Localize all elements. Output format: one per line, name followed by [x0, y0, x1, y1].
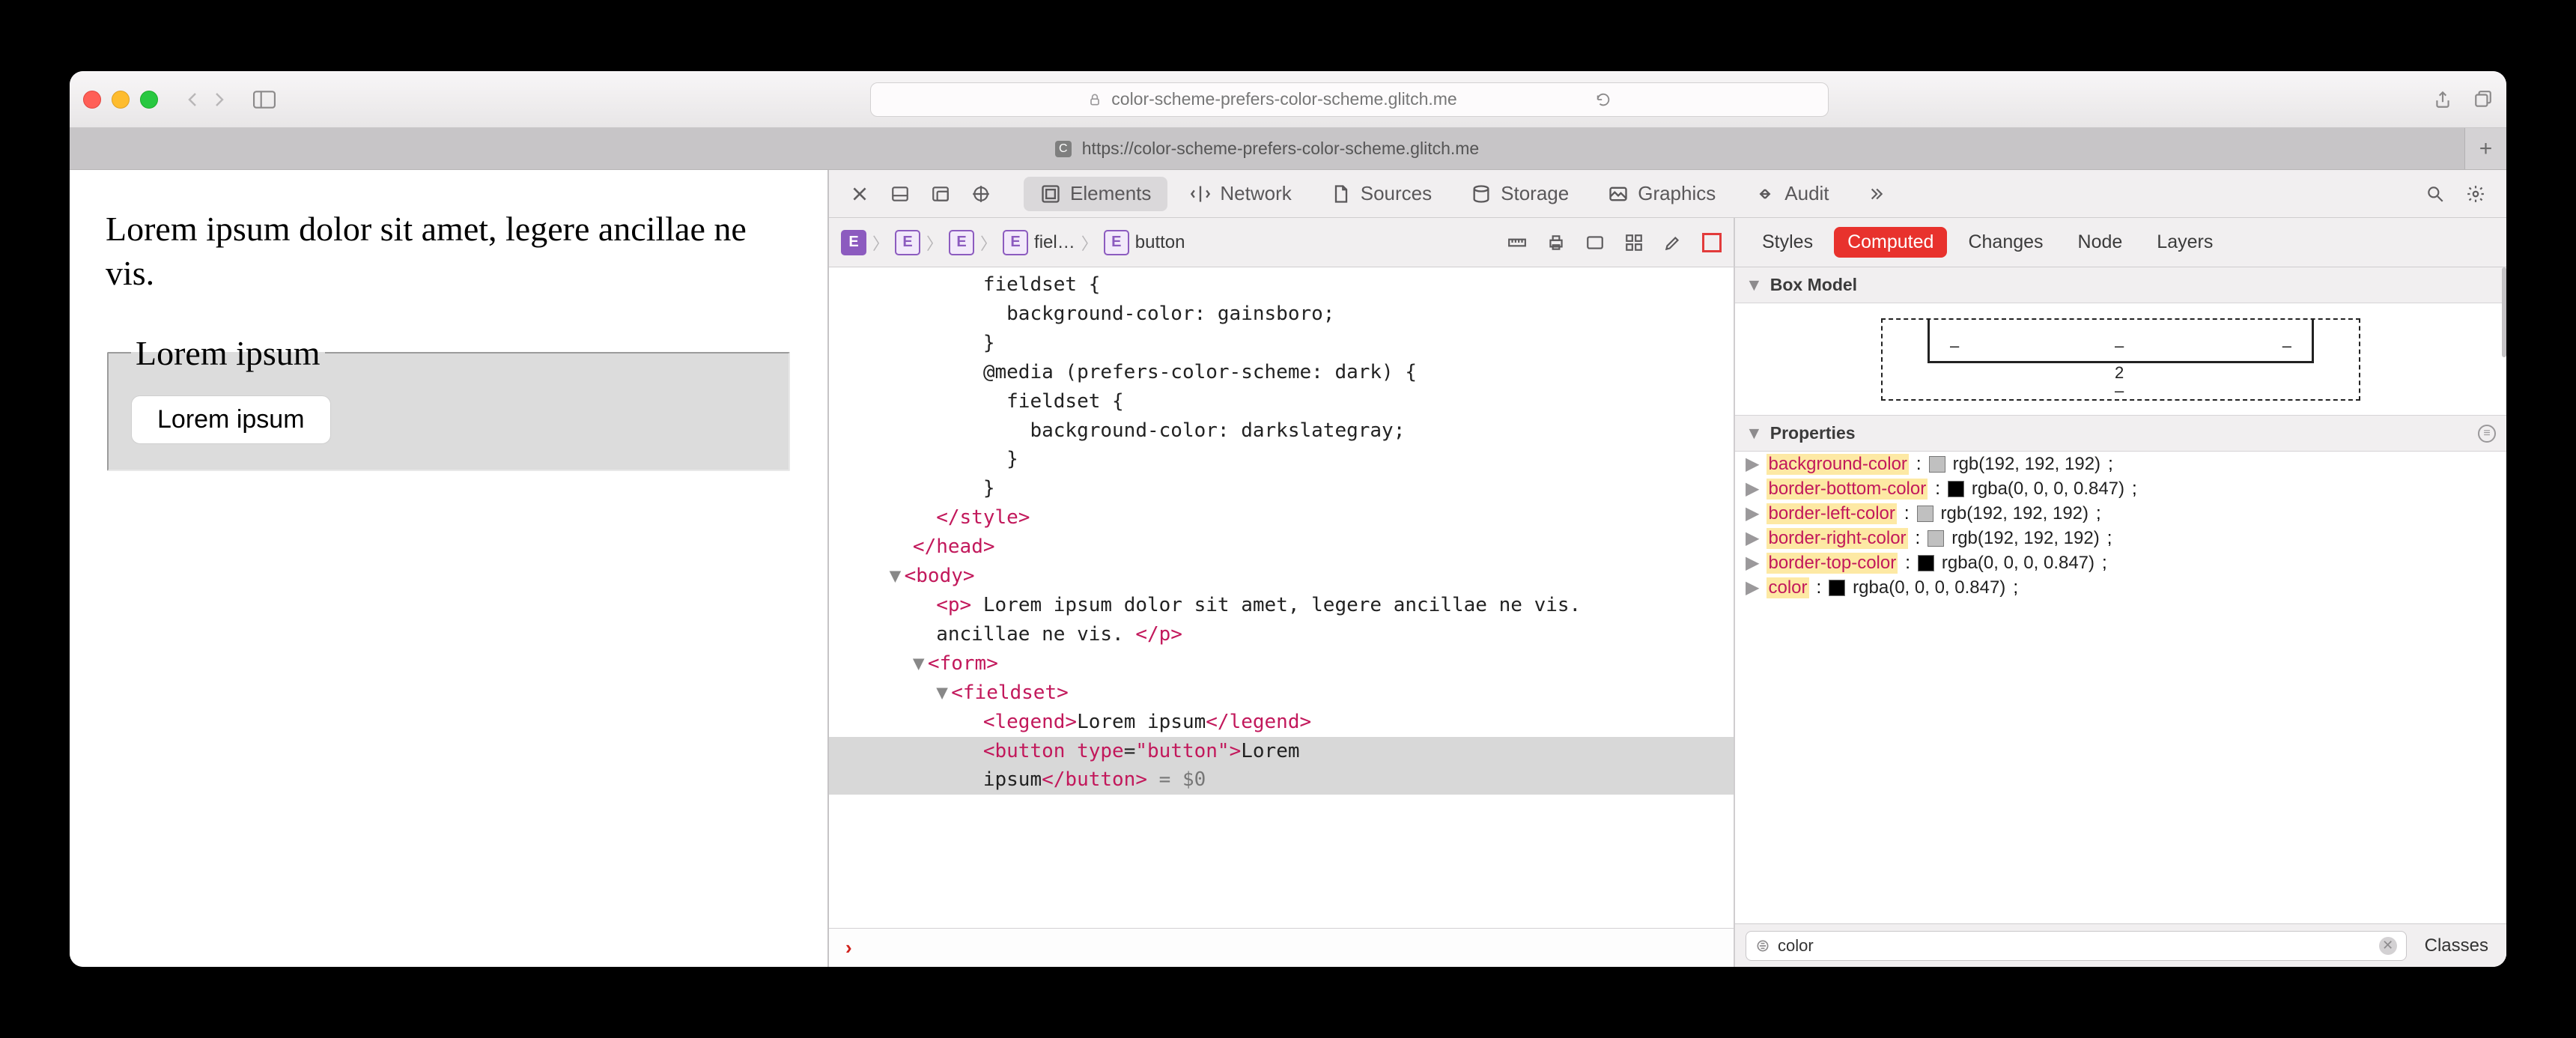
forward-button[interactable] [206, 84, 231, 115]
styles-sidebar-tabs: Styles Computed Changes Node Layers [1735, 218, 2506, 267]
ruler-icon[interactable] [1507, 233, 1527, 252]
styles-tab-layers[interactable]: Layers [2143, 227, 2226, 258]
section-properties[interactable]: ▼Properties ≡ [1735, 416, 2506, 452]
reload-icon[interactable] [1595, 91, 1611, 108]
dom-tree[interactable]: fieldset { background-color: gainsboro; … [829, 267, 1734, 928]
dock-side-icon[interactable] [923, 177, 958, 211]
content-area: Lorem ipsum dolor sit amet, legere ancil… [70, 170, 2506, 967]
styles-tab-node[interactable]: Node [2065, 227, 2136, 258]
grid-icon[interactable] [1624, 233, 1644, 252]
page-button[interactable]: Lorem ipsum [131, 395, 331, 444]
tab-sources[interactable]: Sources [1314, 177, 1448, 211]
tabs-overview-icon[interactable] [2473, 90, 2493, 109]
sidebar-toggle-button[interactable] [248, 85, 281, 114]
device-icon[interactable] [1585, 233, 1605, 252]
filter-icon [1755, 938, 1770, 953]
styles-tab-changes[interactable]: Changes [1954, 227, 2056, 258]
prop-row[interactable]: ▶color: rgba(0, 0, 0, 0.847); [1735, 575, 2506, 600]
tab-label: https://color-scheme-prefers-color-schem… [1082, 139, 1479, 159]
window-controls [83, 91, 158, 109]
styles-tab-styles[interactable]: Styles [1749, 227, 1826, 258]
settings-gear-icon[interactable] [2458, 177, 2493, 211]
crumb-form[interactable]: E [949, 230, 974, 255]
page-form: Lorem ipsum Lorem ipsum [106, 333, 792, 471]
minimize-window-button[interactable] [112, 91, 130, 109]
prop-row[interactable]: ▶border-right-color: rgb(192, 192, 192); [1735, 526, 2506, 550]
prop-row[interactable]: ▶border-top-color: rgba(0, 0, 0, 0.847); [1735, 550, 2506, 575]
page-paragraph: Lorem ipsum dolor sit amet, legere ancil… [106, 207, 792, 296]
breadcrumb-row: E 〉 E 〉 E 〉 Efiel… 〉 Ebutton [829, 218, 1734, 267]
tab-storage[interactable]: Storage [1454, 177, 1585, 211]
overflow-tabs-icon[interactable] [1858, 177, 1892, 211]
crumb-body[interactable]: E [895, 230, 920, 255]
dock-bottom-icon[interactable] [883, 177, 917, 211]
url-host: color-scheme-prefers-color-scheme.glitch… [1111, 89, 1456, 109]
tab-graphics[interactable]: Graphics [1591, 177, 1732, 211]
page-fieldset: Lorem ipsum Lorem ipsum [107, 333, 790, 471]
tab-strip: C https://color-scheme-prefers-color-sch… [70, 128, 2506, 170]
prop-row[interactable]: ▶border-bottom-color: rgba(0, 0, 0, 0.84… [1735, 476, 2506, 501]
titlebar: color-scheme-prefers-color-scheme.glitch… [70, 71, 2506, 128]
console-prompt-icon: › [845, 936, 852, 959]
filter-row: color ✕ Classes [1735, 923, 2506, 967]
devtools: Elements Network Sources Storage Graphic… [827, 170, 2506, 967]
scrollbar[interactable] [2502, 267, 2506, 357]
address-bar[interactable]: color-scheme-prefers-color-scheme.glitch… [870, 82, 1829, 117]
compositing-borders-icon[interactable] [1702, 233, 1722, 252]
close-devtools-button[interactable] [842, 177, 877, 211]
box-model-diagram: – – – 2 – [1735, 303, 2506, 416]
filter-value: color [1778, 936, 1814, 956]
tab-audit[interactable]: Audit [1738, 177, 1845, 211]
tab-network[interactable]: Network [1173, 177, 1307, 211]
devtools-toolbar: Elements Network Sources Storage Graphic… [829, 170, 2506, 218]
crumb-fieldset[interactable]: Efiel… [1003, 230, 1075, 255]
classes-button[interactable]: Classes [2417, 932, 2496, 959]
elements-pane: E 〉 E 〉 E 〉 Efiel… 〉 Ebutton [829, 218, 1735, 967]
safari-window: color-scheme-prefers-color-scheme.glitch… [70, 71, 2506, 967]
inspect-element-icon[interactable] [964, 177, 998, 211]
rendered-page: Lorem ipsum dolor sit amet, legere ancil… [70, 170, 827, 967]
paint-icon[interactable] [1663, 233, 1683, 252]
properties-options-icon[interactable]: ≡ [2478, 425, 2496, 443]
clear-filter-button[interactable]: ✕ [2379, 937, 2397, 955]
page-legend: Lorem ipsum [131, 333, 325, 373]
back-button[interactable] [180, 84, 206, 115]
print-icon[interactable] [1546, 233, 1566, 252]
section-box-model[interactable]: ▼Box Model [1735, 267, 2506, 303]
crumb-button[interactable]: Ebutton [1104, 230, 1185, 255]
new-tab-button[interactable]: + [2464, 128, 2506, 169]
search-icon[interactable] [2418, 177, 2452, 211]
console-prompt-row[interactable]: › [829, 928, 1734, 967]
zoom-window-button[interactable] [140, 91, 158, 109]
styles-tab-computed[interactable]: Computed [1834, 227, 1947, 258]
lock-icon [1087, 92, 1102, 107]
close-window-button[interactable] [83, 91, 101, 109]
favicon: C [1055, 141, 1072, 157]
prop-row[interactable]: ▶background-color: rgb(192, 192, 192); [1735, 452, 2506, 476]
computed-properties-list: ▶background-color: rgb(192, 192, 192); ▶… [1735, 452, 2506, 923]
nav-back-forward [180, 84, 231, 115]
styles-pane: Styles Computed Changes Node Layers ▼Box… [1735, 218, 2506, 967]
share-icon[interactable] [2433, 90, 2452, 109]
crumb-html[interactable]: E [841, 230, 866, 255]
tab-elements[interactable]: Elements [1024, 177, 1167, 211]
filter-input[interactable]: color ✕ [1746, 931, 2407, 961]
prop-row[interactable]: ▶border-left-color: rgb(192, 192, 192); [1735, 501, 2506, 526]
browser-tab[interactable]: C https://color-scheme-prefers-color-sch… [70, 128, 2464, 169]
selected-dom-row[interactable]: <button type="button">Lorem [829, 737, 1734, 766]
